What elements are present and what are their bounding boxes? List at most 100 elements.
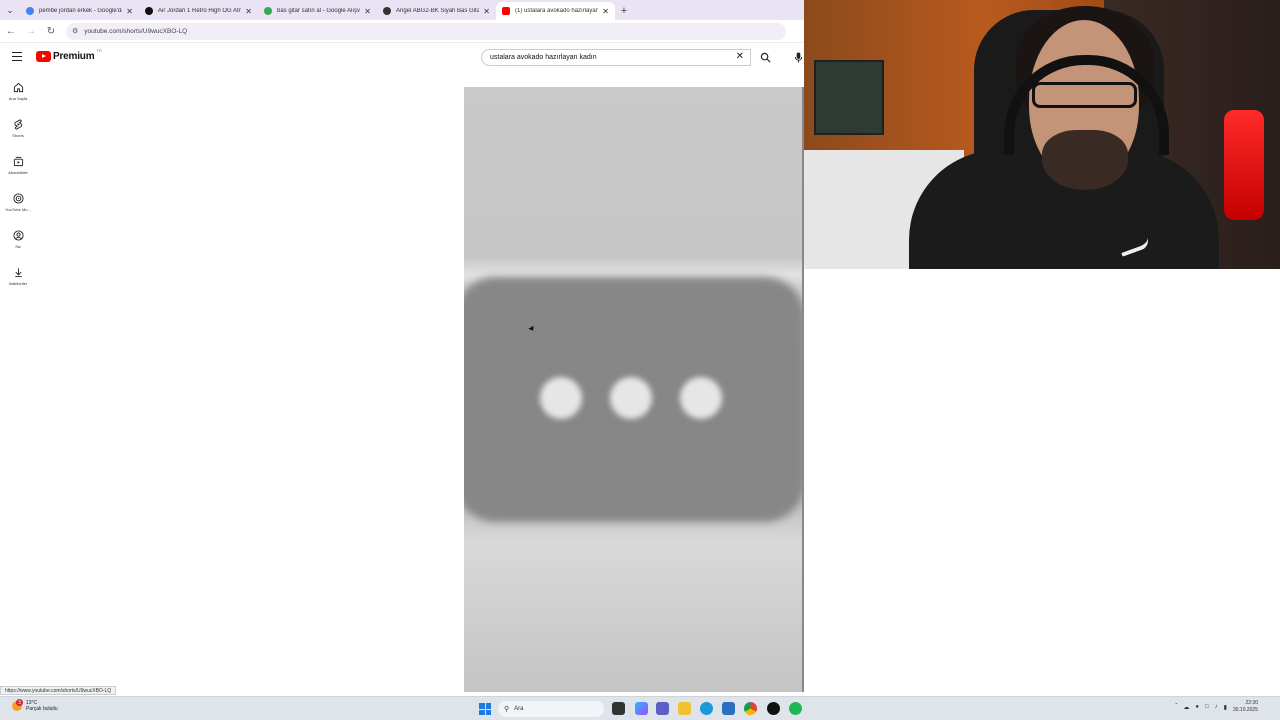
tab-title: Angel ABG2-BK Siyah Bas Gitar: [396, 8, 480, 14]
tab-close-icon[interactable]: ✕: [602, 7, 609, 16]
spotify-icon[interactable]: [789, 702, 802, 715]
downloads-icon: [14, 268, 22, 278]
weather-desc: Parçalı bulutlu: [26, 706, 58, 712]
you-icon: [12, 230, 24, 241]
tab-bar: ⌄ pembe jordan erkek - Google'da ✕ Air J…: [0, 0, 804, 20]
address-bar-row: ← → ↻ ⚙ youtube.com/shorts/U9wucXBO-LQ: [0, 20, 804, 43]
mini-guide: Ana Sayfa Shorts Abonelikler YouTube Mu.…: [0, 80, 36, 302]
sidebar-item-shorts[interactable]: Shorts: [0, 117, 36, 154]
clock[interactable]: 22:30 30.10.2025: [1233, 700, 1258, 714]
search-icon: ⚲: [504, 706, 510, 713]
google-shopping-favicon-icon: [264, 7, 272, 15]
clear-search-icon[interactable]: ✕: [736, 51, 744, 62]
screen: ⌄ pembe jordan erkek - Google'da ✕ Air J…: [0, 0, 1280, 720]
browser-tab[interactable]: pembe jordan erkek - Google'da ✕: [20, 2, 139, 20]
microphone-icon[interactable]: ●: [1195, 704, 1199, 710]
browser-tab[interactable]: bas gitar satın al - Google Alışv ✕: [258, 2, 377, 20]
back-arrow-icon[interactable]: ←: [2, 22, 20, 40]
site-info-icon[interactable]: ⚙: [72, 27, 78, 35]
search-icon: [760, 52, 770, 63]
sidebar-item-label: Ana Sayfa: [8, 96, 28, 101]
logo-country: TR: [96, 48, 102, 53]
teams-icon[interactable]: [656, 702, 669, 715]
youtube-page: Premium TR ustalara avokado hazırlayan k…: [0, 43, 804, 693]
new-tab-plus-icon[interactable]: +: [615, 2, 633, 20]
shorts-icon: [13, 119, 22, 130]
link-status-bubble: https://www.youtube.com/shorts/U9wucXBO-…: [0, 686, 117, 695]
subscriptions-icon: [13, 156, 23, 167]
system-tray: ˆ ☁ ● □ ♪ ▮ 22:30 30.10.2025: [1175, 700, 1258, 714]
nike-favicon-icon: [145, 7, 153, 15]
url-field[interactable]: ⚙ youtube.com/shorts/U9wucXBO-LQ: [66, 22, 786, 40]
webcam-poster: [814, 60, 884, 135]
sidebar-item-label: İndirilenler: [8, 281, 28, 286]
taskbar-search[interactable]: ⚲ Ara: [498, 701, 604, 717]
reload-icon[interactable]: ↻: [42, 22, 60, 40]
edge-icon[interactable]: [700, 702, 713, 715]
clock-date: 30.10.2025: [1232, 707, 1258, 713]
battery-icon[interactable]: ▮: [1224, 704, 1227, 711]
file-explorer-icon[interactable]: [678, 702, 691, 715]
sidebar-item-label: YouTube Mu...: [5, 207, 31, 212]
browser-tab[interactable]: Air Jordan 1 Retro High OG Atm ✕: [139, 2, 258, 20]
sidebar-item-youtube-music[interactable]: YouTube Mu...: [0, 191, 36, 228]
tab-title: Air Jordan 1 Retro High OG Atm: [158, 8, 242, 14]
webcam-overlay: [804, 0, 1280, 269]
search-query: ustalara avokado hazırlayan kadın: [490, 54, 597, 61]
weather-badge: 3: [16, 699, 23, 706]
youtube-favicon-icon: [502, 7, 510, 15]
sidebar-item-label: Abonelikler: [8, 170, 28, 175]
tab-close-icon[interactable]: ✕: [364, 7, 371, 16]
microsoft-store-icon[interactable]: [722, 702, 735, 715]
tab-close-icon[interactable]: ✕: [245, 7, 252, 16]
home-icon: [13, 82, 23, 93]
chrome-icon[interactable]: [744, 702, 757, 715]
weather-text: 13°C Parçalı bulutlu: [26, 700, 58, 712]
menu-icon[interactable]: [12, 52, 22, 61]
youtube-play-icon: [36, 51, 51, 62]
loading-dot: [540, 377, 582, 419]
forward-arrow-icon[interactable]: →: [22, 22, 40, 40]
search-input[interactable]: ustalara avokado hazırlayan kadın ✕: [481, 49, 751, 66]
sidebar-item-label: Shorts: [12, 133, 24, 138]
weather-widget[interactable]: 3 13°C Parçalı bulutlu: [12, 699, 58, 712]
microphone-icon: [794, 52, 802, 63]
loading-dot: [610, 377, 652, 419]
taskbar-search-placeholder: Ara: [514, 706, 524, 712]
browser-tab[interactable]: Angel ABG2-BK Siyah Bas Gitar ✕: [377, 2, 496, 20]
sidebar-item-label: Siz: [15, 244, 21, 249]
tab-close-icon[interactable]: ✕: [483, 7, 490, 16]
clock-time: 22:30: [1245, 700, 1258, 706]
loading-dot: [680, 377, 722, 419]
copilot-icon[interactable]: [635, 702, 648, 715]
store-favicon-icon: [383, 7, 391, 15]
browser-tab-active[interactable]: (1) ustalara avokado hazırlayan ✕: [496, 2, 615, 20]
task-view-icon[interactable]: [612, 702, 625, 715]
tab-list-chevron-icon[interactable]: ⌄: [0, 0, 20, 20]
url-text: youtube.com/shorts/U9wucXBO-LQ: [84, 27, 188, 35]
onedrive-icon[interactable]: ☁: [1183, 704, 1189, 711]
tiktok-icon[interactable]: [767, 702, 780, 715]
volume-icon[interactable]: ♪: [1215, 704, 1218, 710]
sidebar-item-home[interactable]: Ana Sayfa: [0, 80, 36, 117]
network-icon[interactable]: □: [1205, 704, 1209, 710]
youtube-music-icon: [12, 193, 24, 204]
search-button[interactable]: [752, 49, 778, 66]
sidebar-item-subscriptions[interactable]: Abonelikler: [0, 154, 36, 191]
youtube-premium-logo[interactable]: Premium TR: [36, 48, 102, 62]
tab-title: (1) ustalara avokado hazırlayan: [515, 8, 599, 14]
tab-title: bas gitar satın al - Google Alışv: [277, 8, 361, 14]
sidebar-item-you[interactable]: Siz: [0, 228, 36, 265]
start-button-windows-icon[interactable]: [479, 703, 491, 715]
weather-icon: 3: [12, 699, 23, 711]
sidebar-item-downloads[interactable]: İndirilenler: [0, 265, 36, 302]
youtube-header: Premium TR ustalara avokado hazırlayan k…: [0, 43, 804, 73]
tab-close-icon[interactable]: ✕: [126, 7, 133, 16]
tab-title: pembe jordan erkek - Google'da: [39, 8, 123, 14]
windows-taskbar: 3 13°C Parçalı bulutlu ⚲ Ara ˆ ☁ ● □ ♪ ▮: [0, 696, 1280, 720]
shorts-video-player[interactable]: [464, 87, 804, 692]
google-favicon-icon: [26, 7, 34, 15]
webcam-red-lamp: [1224, 110, 1264, 220]
logo-text: Premium: [53, 51, 95, 62]
show-hidden-icons-chevron-icon[interactable]: ˆ: [1175, 704, 1177, 710]
